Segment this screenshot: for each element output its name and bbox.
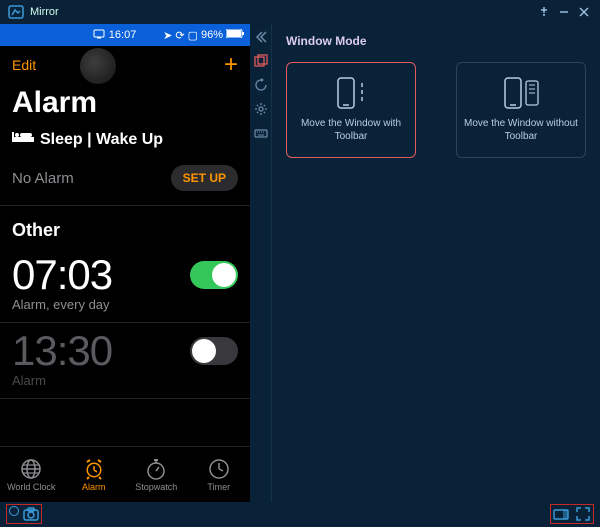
alarm-item[interactable]: 13:30 Alarm <box>0 323 250 399</box>
fullscreen-icon[interactable] <box>575 506 591 522</box>
app-title: Mirror <box>30 6 59 18</box>
minimize-button[interactable] <box>556 4 572 20</box>
window-mode-card-with-toolbar[interactable]: Move the Window with Toolbar <box>286 62 416 158</box>
phone-status-bar: 16:07 ➤ ⟳ ▢ 96% <box>0 24 250 46</box>
bottom-toolbar <box>0 502 600 526</box>
card-label: Move the Window with Toolbar <box>287 117 415 143</box>
tab-label: Stopwatch <box>135 482 177 492</box>
alarm-time: 07:03 <box>12 251 112 299</box>
settings-heading: Window Mode <box>286 34 586 48</box>
camera-icon[interactable] <box>23 506 39 522</box>
record-icon[interactable] <box>9 506 19 516</box>
window-mode-card-without-toolbar[interactable]: Move the Window without Toolbar <box>456 62 586 158</box>
alarm-clock-icon <box>83 458 105 480</box>
window-mode-icon[interactable] <box>254 54 268 68</box>
sleep-section-header: Sleep | Wake Up <box>0 128 250 151</box>
settings-pane: Window Mode Move the Window with Toolbar… <box>250 24 600 502</box>
sleep-section-label: Sleep | Wake Up <box>40 131 163 149</box>
app-logo-icon <box>8 4 24 20</box>
side-toolbar <box>250 24 272 502</box>
tab-stopwatch[interactable]: Stopwatch <box>125 447 188 502</box>
alarm-label: Alarm <box>12 373 238 388</box>
alarm-time: 13:30 <box>12 327 112 375</box>
alarm-label: Alarm, every day <box>12 297 238 312</box>
no-alarm-row: No Alarm SET UP <box>0 151 250 206</box>
phone-mirror-pane: 16:07 ➤ ⟳ ▢ 96% Edit + Alarm Sleep | Wak… <box>0 24 250 502</box>
add-alarm-button[interactable]: + <box>224 51 238 79</box>
card-icon <box>337 77 366 109</box>
tab-alarm[interactable]: Alarm <box>63 447 126 502</box>
phone-nav-row: Edit + <box>0 46 250 84</box>
keyboard-icon[interactable] <box>254 126 268 140</box>
alarm-toggle[interactable] <box>190 337 238 365</box>
tab-timer[interactable]: Timer <box>188 447 251 502</box>
phone-tab-bar: World Clock Alarm Stopwatch Timer <box>0 446 250 502</box>
assistive-touch-icon[interactable] <box>80 48 116 84</box>
gear-icon[interactable] <box>254 102 268 116</box>
no-alarm-text: No Alarm <box>12 170 74 187</box>
status-time: 16:07 <box>109 29 137 41</box>
card-icon <box>504 77 539 109</box>
alarm-item[interactable]: 07:03 Alarm, every day <box>0 247 250 323</box>
toggle-toolbar-icon[interactable] <box>553 506 569 522</box>
battery-text: 96% <box>201 29 223 41</box>
globe-icon <box>20 458 42 480</box>
other-section-label: Other <box>0 206 250 247</box>
location-icon: ➤ <box>163 29 172 42</box>
alarm-toggle[interactable] <box>190 261 238 289</box>
tab-world-clock[interactable]: World Clock <box>0 447 63 502</box>
title-bar: Mirror <box>0 0 600 24</box>
battery-icon <box>226 29 244 41</box>
tab-label: World Clock <box>7 482 55 492</box>
collapse-icon[interactable] <box>254 30 268 44</box>
stopwatch-icon <box>145 458 167 480</box>
bed-icon <box>12 130 34 149</box>
tab-label: Alarm <box>82 482 106 492</box>
timer-icon <box>208 458 230 480</box>
tab-label: Timer <box>207 482 230 492</box>
page-title: Alarm <box>0 84 250 128</box>
edit-button[interactable]: Edit <box>12 57 36 73</box>
card-label: Move the Window without Toolbar <box>457 117 585 143</box>
display-icon: ▢ <box>188 29 198 42</box>
setup-button[interactable]: SET UP <box>171 165 238 191</box>
rotation-icon: ⟳ <box>175 29 184 42</box>
cast-icon <box>93 29 105 42</box>
rotate-icon[interactable] <box>254 78 268 92</box>
close-button[interactable] <box>576 4 592 20</box>
pin-button[interactable] <box>536 4 552 20</box>
